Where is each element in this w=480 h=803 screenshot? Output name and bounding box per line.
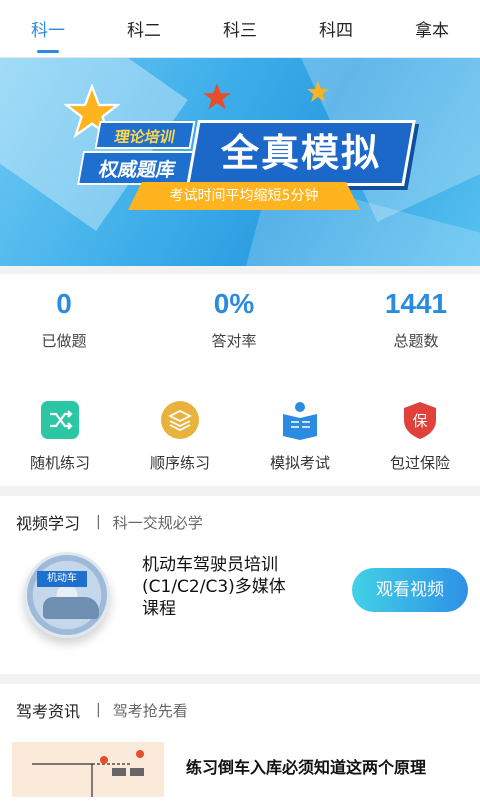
pass-insurance-button[interactable]: 保 包过保险 (365, 400, 475, 473)
tab-subject-2[interactable]: 科二 (96, 0, 192, 57)
divider: | (96, 514, 101, 530)
banner-label-question-bank: 权威题库 (77, 151, 198, 185)
section-title: 驾考资讯 (16, 702, 81, 721)
stat-value: 0 (56, 288, 72, 319)
star-icon (307, 81, 329, 102)
shield-icon: 保 (400, 400, 440, 440)
stat-label: 已做题 (41, 332, 87, 350)
layers-icon (160, 400, 200, 440)
shield-glyph: 保 (412, 412, 427, 430)
stats-panel: 0 已做题 0% 答对率 1441 总题数 随机练习 顺序练习 模拟考试 保 包… (0, 274, 480, 486)
section-subtitle: 驾考抢先看 (112, 701, 188, 720)
stat-label: 答对率 (211, 332, 257, 350)
car-image (43, 597, 99, 619)
disc-caption: 机动车 (37, 571, 87, 587)
subject-tabs: 科一 科二 科三 科四 拿本 (0, 0, 480, 58)
sequential-practice-button[interactable]: 顺序练习 (125, 400, 235, 473)
tab-subject-4[interactable]: 科四 (288, 0, 384, 57)
banner-label-theory: 理论培训 (94, 121, 196, 149)
bottom-tabbar (0, 797, 480, 803)
section-header: 驾考资讯 | 驾考抢先看 (16, 698, 188, 722)
exam-book-icon (280, 400, 320, 440)
watch-video-button[interactable]: 观看视频 (352, 568, 468, 612)
news-thumbnail[interactable] (12, 742, 164, 803)
banner-subtitle: 考试时间平均缩短5分钟 (128, 182, 360, 210)
news-section: 驾考资讯 | 驾考抢先看 练习倒车入库必须知道这两个原理 (0, 684, 480, 803)
section-header: 视频学习 | 科一交规必学 (16, 510, 203, 534)
action-label: 模拟考试 (269, 454, 330, 472)
parking-diagram (32, 750, 144, 803)
stat-value: 0% (213, 288, 255, 319)
tab-get-license[interactable]: 拿本 (384, 0, 480, 57)
news-item-title[interactable]: 练习倒车入库必须知道这两个原理 (186, 754, 426, 778)
tab-subject-1[interactable]: 科一 (0, 0, 96, 57)
stat-accuracy: 0% 答对率 (174, 288, 294, 351)
banner-headline: 全真模拟 (186, 120, 416, 186)
mock-exam-button[interactable]: 模拟考试 (245, 400, 355, 473)
action-label: 顺序练习 (149, 454, 210, 472)
action-label: 包过保险 (389, 454, 450, 472)
stat-label: 总题数 (393, 332, 439, 350)
course-title[interactable]: 机动车驾驶员培训(C1/C2/C3)多媒体课程 (142, 554, 292, 620)
stat-total: 1441 总题数 (356, 288, 476, 351)
stat-value: 1441 (384, 288, 448, 319)
star-icon (203, 83, 231, 110)
action-label: 随机练习 (29, 454, 90, 472)
section-subtitle: 科一交规必学 (112, 513, 203, 532)
section-title: 视频学习 (16, 514, 81, 533)
course-disc-image[interactable]: 机动车 (24, 552, 110, 638)
stat-done: 0 已做题 (4, 288, 124, 351)
shuffle-icon (40, 400, 80, 440)
promo-banner[interactable]: 理论培训 权威题库 全真模拟 考试时间平均缩短5分钟 (0, 58, 480, 266)
random-practice-button[interactable]: 随机练习 (5, 400, 115, 473)
tab-subject-3[interactable]: 科三 (192, 0, 288, 57)
banner-headline-text: 全真模拟 (220, 131, 381, 175)
divider: | (96, 702, 101, 718)
